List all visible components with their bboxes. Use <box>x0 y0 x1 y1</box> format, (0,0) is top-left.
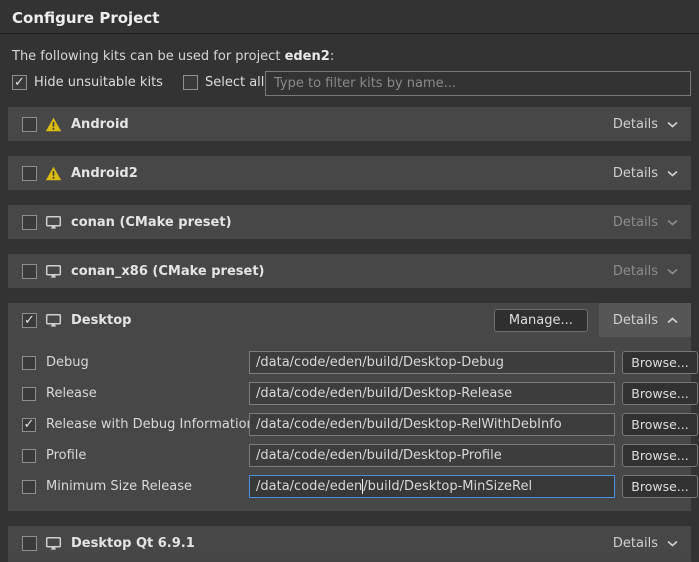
kit-filter-input[interactable] <box>265 71 691 96</box>
kit-row: Android2 Details <box>8 156 691 190</box>
config-label: Profile <box>46 448 86 463</box>
config-checkbox[interactable] <box>22 356 36 370</box>
details-label: Details <box>613 166 658 181</box>
build-path-input[interactable]: /data/code/eden/build/Desktop-MinSizeRel <box>249 475 615 498</box>
build-config-row: Minimum Size Release/data/code/eden/buil… <box>22 475 683 498</box>
kit-name: Desktop Qt 6.9.1 <box>71 536 195 551</box>
project-name: eden2 <box>285 49 330 64</box>
build-config-row: Release/data/code/eden/build/Desktop-Rel… <box>22 382 683 405</box>
intro-text: The following kits can be used for proje… <box>12 49 334 64</box>
build-config-row: Profile/data/code/eden/build/Desktop-Pro… <box>22 444 683 467</box>
build-path-input[interactable]: /data/code/eden/build/Desktop-Release <box>249 382 615 405</box>
config-checkbox[interactable] <box>22 480 36 494</box>
chevron-down-icon <box>667 540 678 547</box>
build-path-input[interactable]: /data/code/eden/build/Desktop-RelWithDeb… <box>249 413 615 436</box>
filter-bar: ✓ Hide unsuitable kits Select all kits <box>12 75 292 90</box>
browse-button[interactable]: Browse... <box>622 351 698 374</box>
kit-name: conan_x86 (CMake preset) <box>71 264 265 279</box>
kit-list: AndroidDetailsAndroid2Detailsconan (CMak… <box>8 107 691 562</box>
details-button[interactable]: Details <box>599 156 691 190</box>
details-label: Details <box>613 215 658 230</box>
kit-row: ✓ Desktop Manage... Details Debug/data/code/… <box>8 303 691 511</box>
kit-name: conan (CMake preset) <box>71 215 232 230</box>
config-checkbox[interactable] <box>22 449 36 463</box>
kit-header: Android Details <box>8 107 691 141</box>
kit-name: Android <box>71 117 129 132</box>
kit-row: Android Details <box>8 107 691 141</box>
config-checkbox[interactable] <box>22 387 36 401</box>
details-label: Details <box>613 117 658 132</box>
hide-unsuitable-kits-label: Hide unsuitable kits <box>34 75 163 90</box>
kit-header: Android2 Details <box>8 156 691 190</box>
checkbox-icon[interactable]: ✓ <box>12 75 27 90</box>
chevron-down-icon <box>667 268 678 275</box>
kit-checkbox[interactable] <box>22 536 37 551</box>
browse-button[interactable]: Browse... <box>622 382 698 405</box>
kit-checkbox[interactable] <box>22 117 37 132</box>
chevron-down-icon <box>667 121 678 128</box>
chevron-down-icon <box>667 170 678 177</box>
kit-header: ✓ Desktop Manage... Details <box>8 303 691 337</box>
kit-checkbox[interactable] <box>22 264 37 279</box>
hide-unsuitable-kits-checkbox[interactable]: ✓ Hide unsuitable kits <box>12 75 163 90</box>
warning-icon <box>45 166 62 181</box>
manage-button[interactable]: Manage... <box>494 309 588 332</box>
build-config-row: Debug/data/code/eden/build/Desktop-Debug… <box>22 351 683 374</box>
page-title: Configure Project <box>12 9 159 27</box>
desktop-icon <box>45 313 62 328</box>
details-button[interactable]: Details <box>599 526 691 560</box>
kit-checkbox[interactable] <box>22 166 37 181</box>
desktop-icon <box>45 215 62 230</box>
details-button: Details <box>599 254 691 288</box>
kit-checkbox[interactable]: ✓ <box>22 313 37 328</box>
build-path-input[interactable]: /data/code/eden/build/Desktop-Profile <box>249 444 615 467</box>
build-path-input[interactable]: /data/code/eden/build/Desktop-Debug <box>249 351 615 374</box>
kit-row: conan_x86 (CMake preset) Details <box>8 254 691 288</box>
kit-name: Android2 <box>71 166 138 181</box>
details-button: Details <box>599 205 691 239</box>
details-button[interactable]: Details <box>599 107 691 141</box>
details-button[interactable]: Details <box>599 303 691 337</box>
kit-header: conan (CMake preset) Details <box>8 205 691 239</box>
warning-icon <box>45 117 62 132</box>
details-label: Details <box>613 264 658 279</box>
build-config-row: ✓ Release with Debug Information/data/cod… <box>22 413 683 436</box>
kit-name: Desktop <box>71 313 131 328</box>
config-label: Release with Debug Information <box>46 417 255 432</box>
config-label: Release <box>46 386 97 401</box>
browse-button[interactable]: Browse... <box>622 444 698 467</box>
kit-row: conan (CMake preset) Details <box>8 205 691 239</box>
desktop-icon <box>45 536 62 551</box>
checkbox-icon[interactable] <box>183 75 198 90</box>
kit-checkbox[interactable] <box>22 215 37 230</box>
details-label: Details <box>613 313 658 328</box>
kit-row: Desktop Qt 6.9.1 Details <box>8 526 691 560</box>
title-separator <box>0 33 699 34</box>
details-label: Details <box>613 536 658 551</box>
config-label: Minimum Size Release <box>46 479 192 494</box>
desktop-icon <box>45 264 62 279</box>
browse-button[interactable]: Browse... <box>622 413 698 436</box>
chevron-down-icon <box>667 219 678 226</box>
kit-header: Desktop Qt 6.9.1 Details <box>8 526 691 560</box>
config-label: Debug <box>46 355 89 370</box>
config-checkbox[interactable]: ✓ <box>22 418 36 432</box>
kit-header: conan_x86 (CMake preset) Details <box>8 254 691 288</box>
browse-button[interactable]: Browse... <box>622 475 698 498</box>
build-config-list: Debug/data/code/eden/build/Desktop-Debug… <box>8 337 691 511</box>
chevron-up-icon <box>667 317 678 324</box>
